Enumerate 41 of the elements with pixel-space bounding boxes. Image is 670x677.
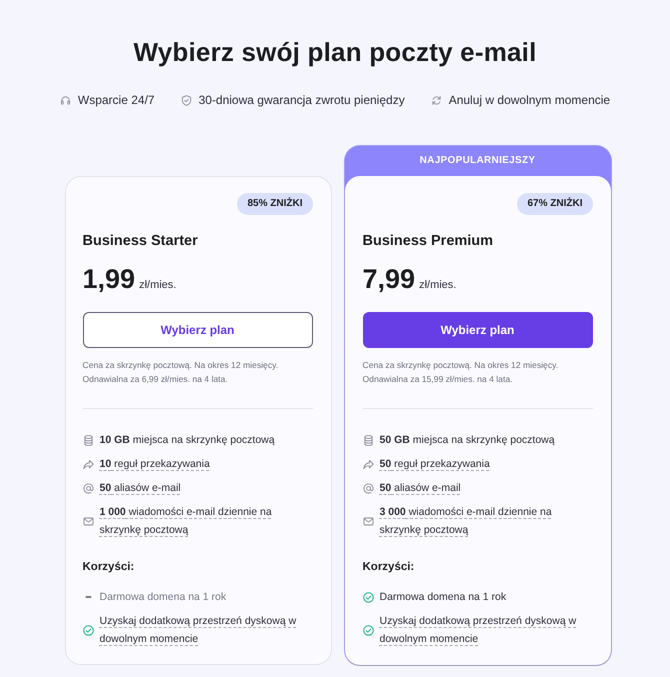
guarantee-text: Wsparcie 24/7 [78, 92, 155, 108]
at-sign-icon [362, 482, 374, 494]
guarantee-text: 30-dniowa gwarancja zwrotu pieniędzy [198, 92, 405, 108]
benefit-text: Darmowa domena na 1 rok [100, 590, 226, 605]
headset-icon [60, 94, 71, 106]
envelope-icon [82, 516, 94, 526]
feature-text: 50 GB miejsca na skrzynkę pocztową [380, 433, 555, 448]
forward-arrow-icon [82, 458, 94, 470]
benefits-heading: Korzyści: [362, 560, 416, 575]
benefit-text: Uzyskaj dodatkową przestrzeń dyskową w dowolnym momencie [100, 614, 298, 647]
benefit-text: Uzyskaj dodatkową przestrzeń dyskową w dowolnym momencie [380, 614, 578, 647]
price-unit: zł/mies. [139, 279, 176, 291]
forward-arrow-icon [362, 458, 374, 470]
plan-name: Business Premium [362, 232, 494, 251]
at-sign-icon [82, 482, 94, 494]
feature-text: 10 GB miejsca na skrzynkę pocztową [100, 433, 275, 448]
feature-text: 50 aliasów e-mail [380, 481, 461, 496]
feature-text: 3 000 wiadomości e-mail dziennie na skrzynkę pocztową [380, 505, 553, 538]
choose-plan-button[interactable]: Wybierz plan [362, 312, 592, 348]
plan-name: Business Starter [82, 232, 199, 251]
database-icon [362, 434, 374, 446]
benefit-text: Darmowa domena na 1 rok [380, 590, 506, 605]
price-note: Cena za skrzynkę pocztową. Na okres 12 miesięcy. Odnawialna za 15,99 zł/mies. na 4 lata. [362, 359, 560, 386]
guarantee-text: Anuluj w dowolnym momencie [448, 92, 610, 108]
discount-badge: 85% ZNIŻKI [237, 193, 312, 215]
discount-badge: 67% ZNIŻKI [517, 193, 592, 215]
feature-text: 50 aliasów e-mail [100, 481, 181, 496]
plan-price: 7,99 [362, 263, 416, 295]
shield-check-icon [180, 94, 192, 106]
price-unit: zł/mies. [419, 279, 456, 291]
page-title: Wybierz swój plan poczty e-mail [132, 36, 538, 68]
refresh-icon [430, 94, 442, 106]
choose-plan-button[interactable]: Wybierz plan [82, 312, 312, 348]
benefits-heading: Korzyści: [82, 560, 136, 575]
database-icon [82, 434, 94, 446]
price-note: Cena za skrzynkę pocztową. Na okres 12 miesięcy. Odnawialna za 6,99 zł/mies. na 4 lata. [82, 359, 280, 386]
feature-text: 1 000 wiadomości e-mail dziennie na skrzynkę pocztową [100, 505, 273, 538]
plan-price: 1,99 [82, 263, 136, 295]
feature-text: 50 reguł przekazywania [380, 457, 490, 472]
feature-text: 10 reguł przekazywania [100, 457, 210, 472]
envelope-icon [362, 516, 374, 526]
